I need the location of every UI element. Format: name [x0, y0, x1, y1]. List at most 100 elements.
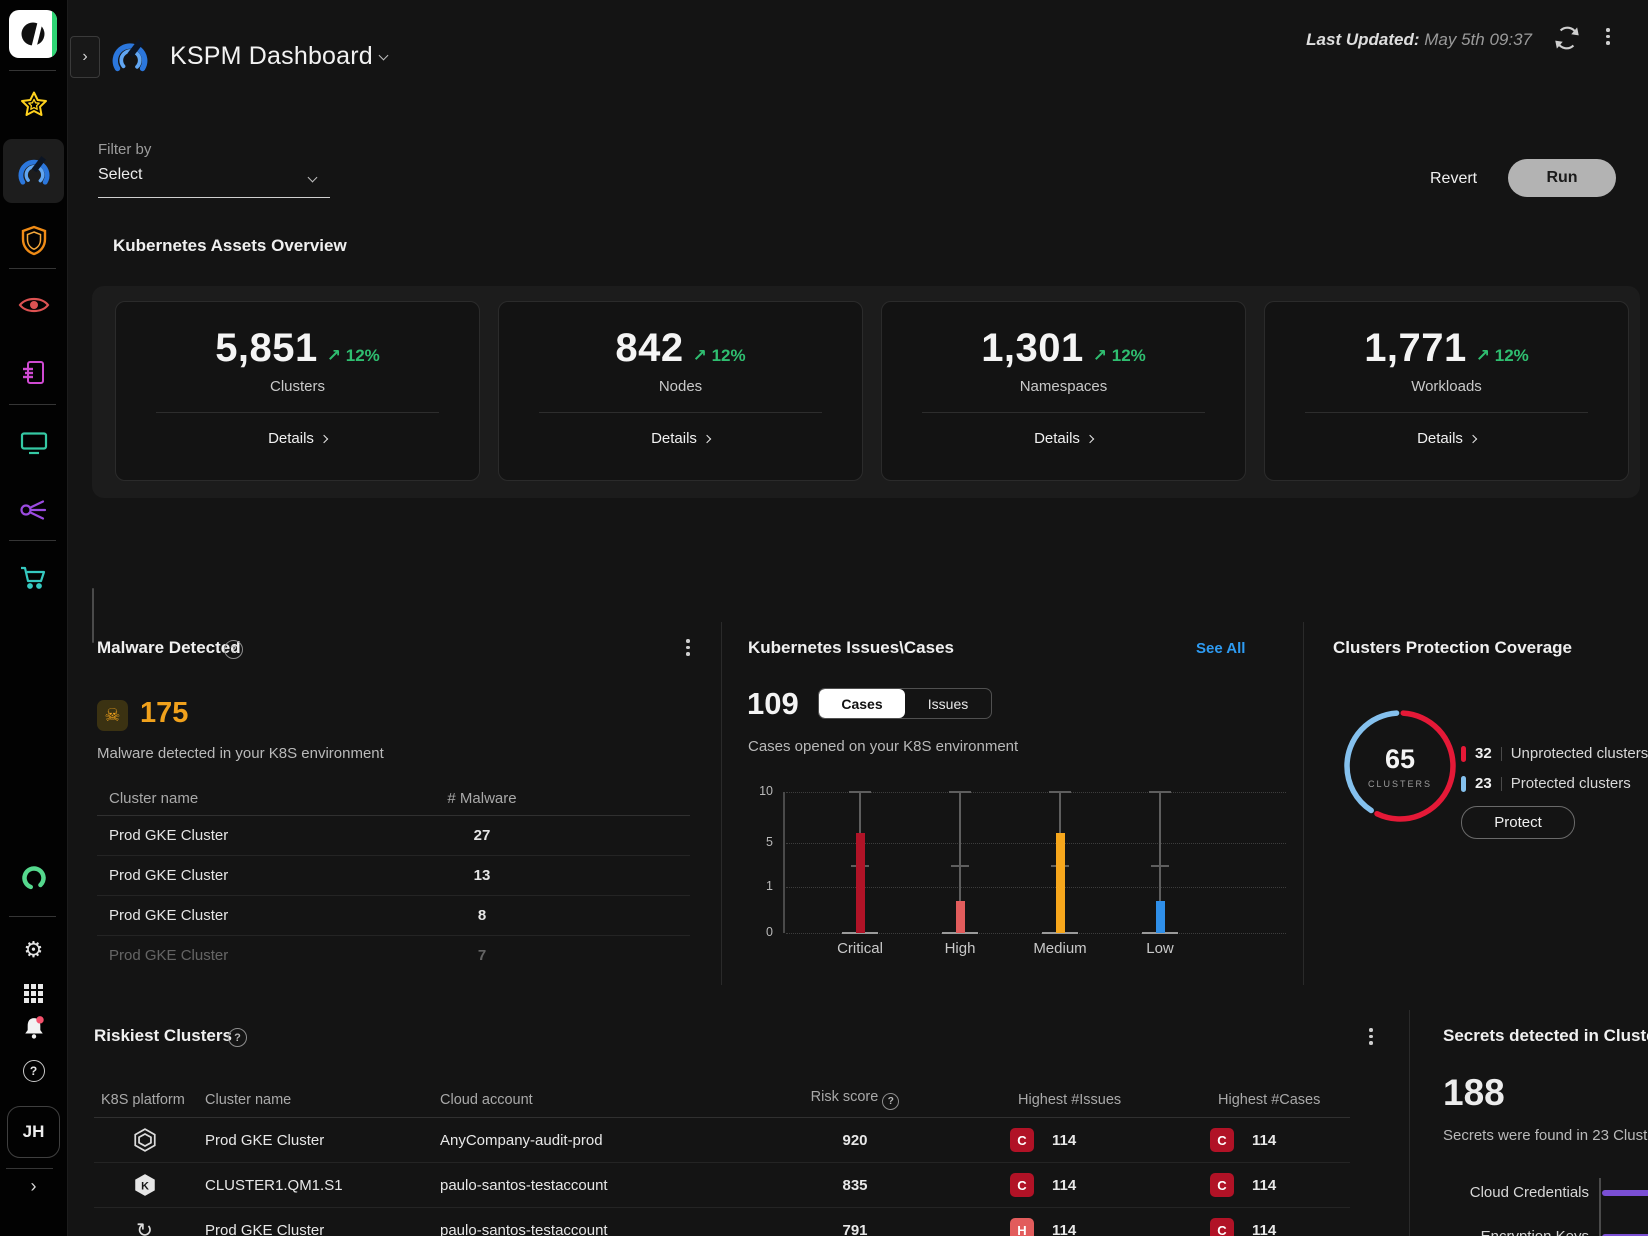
malware-count-cell: 7 — [407, 947, 557, 964]
share-icon — [19, 497, 49, 523]
apps-button[interactable] — [0, 984, 67, 1003]
sidebar-item-connections[interactable] — [0, 497, 67, 523]
help-button[interactable]: ? — [0, 1060, 67, 1082]
sidebar-item-marketplace[interactable] — [0, 565, 67, 591]
chevron-right-icon: › — [82, 48, 87, 66]
eye-icon — [18, 294, 50, 316]
tab-cases[interactable]: Cases — [819, 689, 905, 718]
risk-score-help-icon[interactable]: ? — [882, 1093, 899, 1110]
riskiest-cluster-row[interactable]: ↻ Prod GKE Cluster paulo-santos-testacco… — [94, 1208, 1350, 1236]
riskiest-cluster-row[interactable]: Prod GKE Cluster AnyCompany-audit-prod 9… — [94, 1118, 1350, 1163]
assets-overview-title: Kubernetes Assets Overview — [113, 236, 347, 256]
sidebar-item-detections[interactable] — [0, 294, 67, 316]
monitor-icon — [19, 430, 49, 456]
severity-bar-critical — [856, 833, 865, 933]
column-header: Cluster name — [97, 790, 407, 807]
details-link[interactable]: Details — [1034, 430, 1093, 447]
cluster-name: Prod GKE Cluster — [97, 947, 407, 964]
revert-button[interactable]: Revert — [1430, 170, 1477, 188]
settings-button[interactable]: ⚙ — [0, 938, 67, 963]
malware-menu-button[interactable] — [684, 637, 692, 658]
malware-count: 175 — [140, 697, 188, 730]
assets-cards-row: 5,851 ↗ 12% Clusters Details 842 ↗ 12% N… — [115, 301, 1629, 481]
sidebar-item-favorites[interactable] — [0, 90, 67, 120]
cloud-account: AnyCompany-audit-prod — [430, 1132, 700, 1149]
user-avatar[interactable]: JH — [7, 1106, 60, 1158]
riskiest-help-icon[interactable]: ? — [228, 1028, 247, 1047]
sidebar-item-kubernetes[interactable] — [0, 864, 67, 892]
whisker-top-cap — [1049, 791, 1071, 793]
asset-value: 842 — [615, 326, 683, 371]
legend-item: 23 Protected clusters — [1461, 775, 1631, 792]
y-axis-line — [783, 792, 785, 933]
legend-label: Protected clusters — [1511, 775, 1631, 792]
asset-value: 1,771 — [1364, 326, 1467, 371]
column-header: Highest #Issues — [980, 1092, 1180, 1108]
details-link[interactable]: Details — [1417, 430, 1476, 447]
last-updated: Last Updated: May 5th 09:37 — [1100, 30, 1532, 50]
y-axis-tick-label: 0 — [728, 925, 773, 939]
run-button[interactable]: Run — [1508, 159, 1616, 197]
malware-panel-title: Malware Detected — [97, 638, 241, 658]
legend-value: 23 — [1475, 775, 1492, 792]
notifications-button[interactable] — [0, 1016, 67, 1040]
chevron-right-icon — [1086, 434, 1094, 442]
riskiest-menu-button[interactable] — [1367, 1026, 1375, 1047]
malware-row[interactable]: Prod GKE Cluster 27 — [97, 816, 690, 856]
issues-cases-title: Kubernetes Issues\Cases — [748, 638, 954, 658]
malware-description: Malware detected in your K8S environment — [97, 745, 384, 762]
divider — [9, 404, 56, 405]
divider — [6, 1168, 53, 1169]
asset-delta: ↗ 12% — [1093, 346, 1146, 366]
details-link[interactable]: Details — [268, 430, 327, 447]
malware-row[interactable]: Prod GKE Cluster 8 — [97, 896, 690, 936]
refresh-button[interactable] — [1551, 22, 1583, 59]
cluster-name: Prod GKE Cluster — [195, 1222, 430, 1236]
divider — [9, 540, 56, 541]
highest-cases-cell: C114 — [1180, 1218, 1350, 1236]
y-axis-tick-label: 5 — [728, 835, 773, 849]
gear-icon: ⚙ — [24, 938, 44, 963]
donut-center-label: CLUSTERS — [1360, 779, 1440, 789]
shield-icon — [19, 224, 49, 256]
protect-button[interactable]: Protect — [1461, 806, 1575, 839]
secrets-axis-line — [1599, 1178, 1601, 1236]
tab-issues[interactable]: Issues — [905, 689, 991, 718]
sidebar-item-security[interactable] — [0, 224, 67, 256]
header-menu-button[interactable] — [1604, 26, 1612, 47]
column-header: Cloud account — [430, 1092, 700, 1108]
sidebar-item-reports[interactable] — [0, 359, 67, 387]
legend-label: Unprotected clusters — [1511, 745, 1648, 762]
malware-help-icon[interactable]: ? — [224, 640, 243, 659]
see-all-link[interactable]: See All — [1196, 640, 1245, 657]
issues-count: 114 — [1052, 1132, 1076, 1149]
sidebar-item-dashboard[interactable] — [0, 155, 67, 188]
scrollbar-thumb[interactable] — [92, 588, 94, 643]
severity-chart: 10510CriticalHighMediumLow — [724, 778, 1290, 968]
divider — [9, 268, 56, 269]
divider — [539, 412, 822, 413]
notification-dot — [36, 1016, 43, 1023]
title-chevron-down-icon[interactable] — [379, 51, 389, 61]
app-logo[interactable] — [9, 10, 57, 58]
secrets-count: 188 — [1443, 1072, 1505, 1114]
x-axis-label: High — [915, 940, 1005, 957]
asset-value: 1,301 — [981, 326, 1084, 371]
filter-select[interactable]: Select — [98, 166, 330, 198]
malware-row[interactable]: Prod GKE Cluster 7 — [97, 936, 690, 975]
riskiest-clusters-table: K8S platformCluster nameCloud accountRis… — [94, 1082, 1350, 1236]
panel-collapse-button[interactable]: › — [70, 36, 100, 78]
x-axis-label: Critical — [815, 940, 905, 957]
details-link[interactable]: Details — [651, 430, 710, 447]
sidebar-expand-button[interactable]: › — [0, 1176, 67, 1197]
secret-type-bar — [1602, 1190, 1648, 1196]
secrets-description: Secrets were found in 23 Clusters — [1443, 1127, 1648, 1144]
chevron-right-icon — [1469, 434, 1477, 442]
legend-item: 32 Unprotected clusters — [1461, 745, 1648, 762]
cluster-name: Prod GKE Cluster — [97, 867, 407, 884]
last-updated-label: Last Updated: — [1306, 30, 1419, 49]
riskiest-cluster-row[interactable]: K CLUSTER1.QM1.S1 paulo-santos-testaccou… — [94, 1163, 1350, 1208]
gauge-dashboard-icon — [110, 38, 150, 75]
sidebar-item-endpoints[interactable] — [0, 430, 67, 456]
malware-row[interactable]: Prod GKE Cluster 13 — [97, 856, 690, 896]
